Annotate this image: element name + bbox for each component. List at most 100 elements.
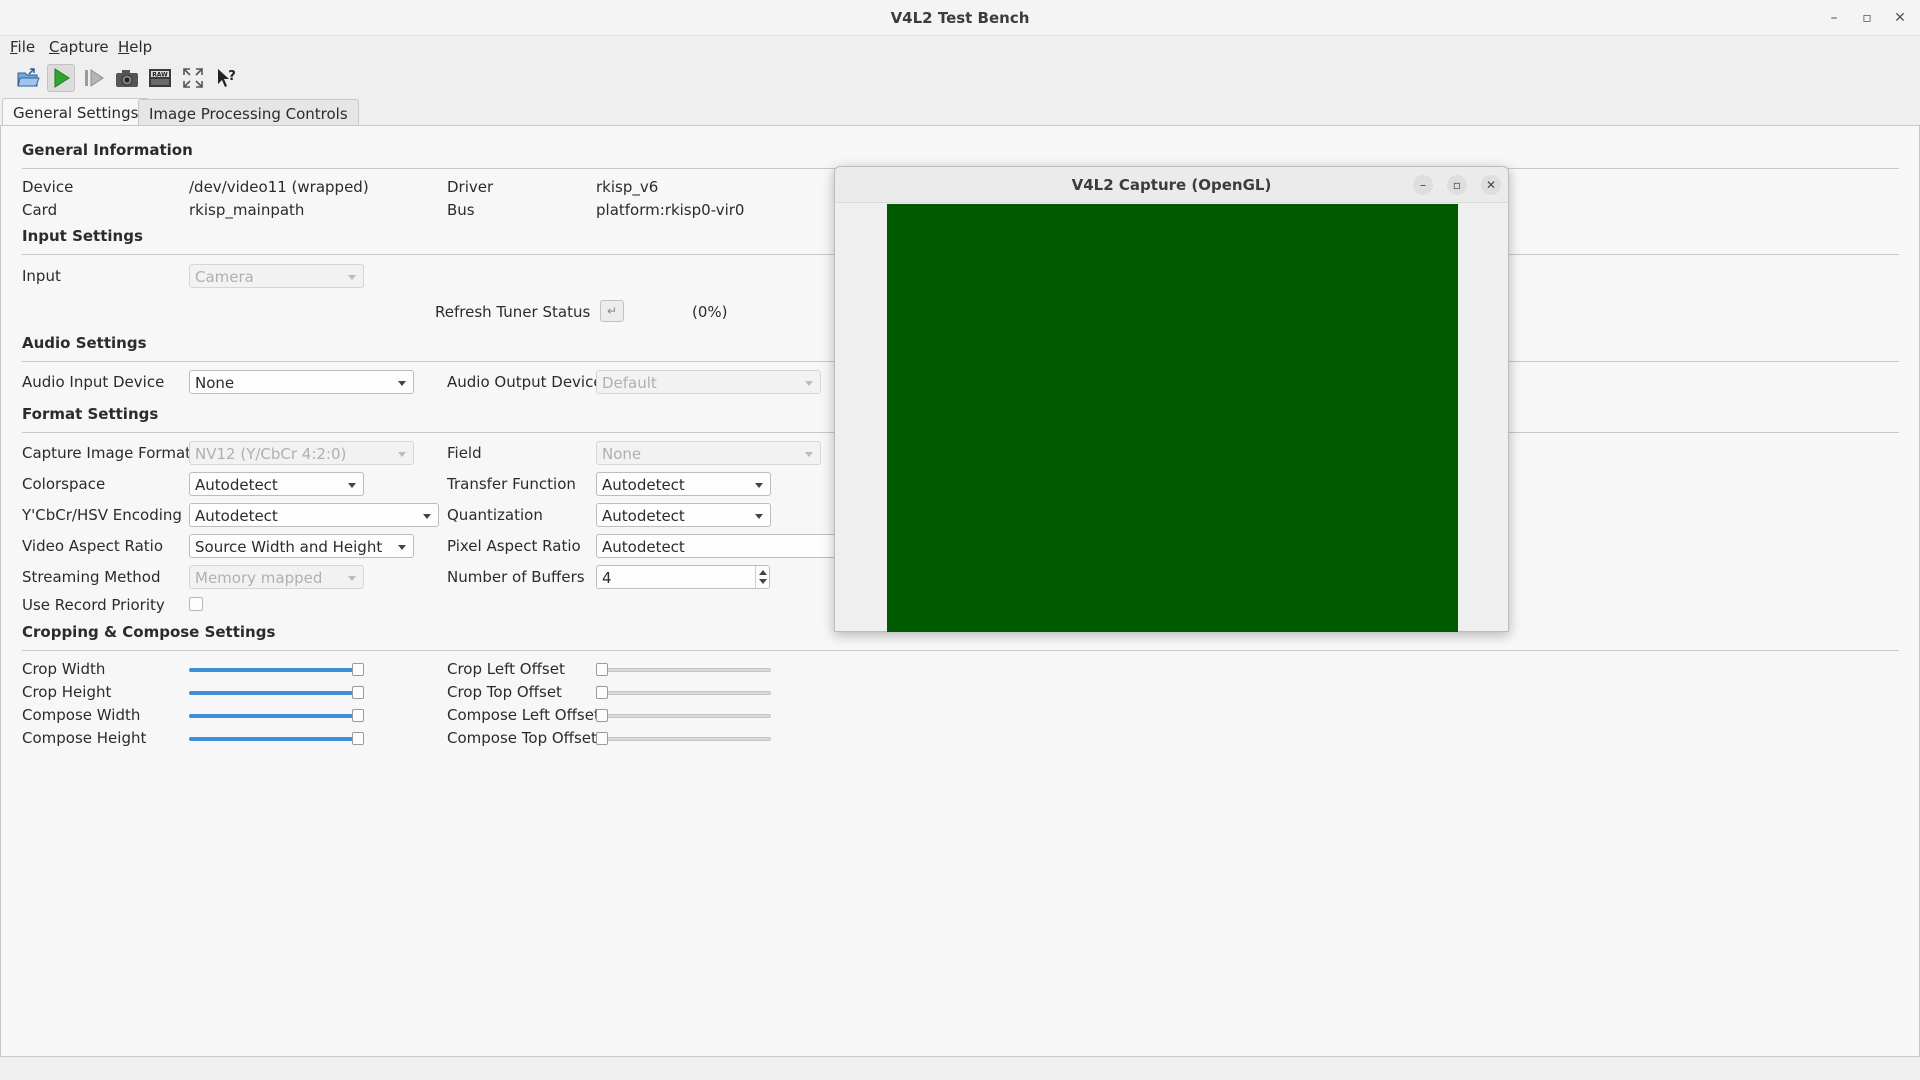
capture-window[interactable]: V4L2 Capture (OpenGL) – ▫ ✕ xyxy=(834,166,1509,632)
crop-height-slider[interactable] xyxy=(189,685,364,699)
driver-value: rkisp_v6 xyxy=(596,178,659,196)
streaming-method-select[interactable]: Memory mapped I/O xyxy=(189,565,364,589)
slider-handle[interactable] xyxy=(352,709,364,722)
refresh-tuner-button[interactable]: ↵ xyxy=(600,300,624,322)
quantization-select[interactable]: Autodetect xyxy=(596,503,771,527)
field-label: Field xyxy=(447,444,482,462)
toolbar: RAW ? xyxy=(0,62,1920,94)
transfer-function-select[interactable]: Autodetect xyxy=(596,472,771,496)
section-input-settings: Input Settings xyxy=(22,227,143,245)
raw-icon[interactable]: RAW xyxy=(146,64,174,92)
window-titlebar[interactable]: V4L2 Test Bench – ▫ ✕ xyxy=(0,0,1920,36)
pixel-aspect-select[interactable]: Autodetect xyxy=(596,534,836,558)
crop-left-offset-label: Crop Left Offset xyxy=(447,660,565,678)
compose-width-slider[interactable] xyxy=(189,708,364,722)
close-icon[interactable]: ✕ xyxy=(1890,8,1910,28)
slider-handle[interactable] xyxy=(596,686,608,699)
audio-input-select[interactable]: None xyxy=(189,370,414,394)
snapshot-icon[interactable] xyxy=(113,64,141,92)
minimize-icon[interactable]: – xyxy=(1824,8,1844,28)
compose-left-offset-slider[interactable] xyxy=(596,708,771,722)
record-priority-checkbox[interactable] xyxy=(189,597,203,611)
tab-image-processing-controls[interactable]: Image Processing Controls xyxy=(138,99,359,126)
spin-down-icon[interactable] xyxy=(759,579,767,584)
slider-handle[interactable] xyxy=(352,686,364,699)
menu-bar: File Capture Help xyxy=(0,36,1920,60)
card-value: rkisp_mainpath xyxy=(189,201,305,219)
compose-top-offset-label: Compose Top Offset xyxy=(447,729,597,747)
quantization-label: Quantization xyxy=(447,506,543,524)
encoding-label: Y'CbCr/HSV Encoding xyxy=(22,506,182,524)
crop-width-label: Crop Width xyxy=(22,660,106,678)
crop-top-offset-slider[interactable] xyxy=(596,685,771,699)
whats-this-icon[interactable]: ? xyxy=(212,64,240,92)
crop-height-label: Crop Height xyxy=(22,683,112,701)
number-of-buffers-spinbox[interactable]: 4 xyxy=(596,565,770,589)
section-format-settings: Format Settings xyxy=(22,405,159,423)
video-aspect-select[interactable]: Source Width and Height xyxy=(189,534,414,558)
chevron-down-icon xyxy=(348,576,356,581)
menu-file[interactable]: File xyxy=(10,38,35,56)
input-label: Input xyxy=(22,267,61,285)
svg-text:RAW: RAW xyxy=(152,72,168,79)
chevron-down-icon xyxy=(755,483,763,488)
close-icon[interactable]: ✕ xyxy=(1481,175,1501,195)
menu-help[interactable]: Help xyxy=(118,38,152,56)
input-select[interactable]: Camera xyxy=(189,264,364,288)
compose-height-label: Compose Height xyxy=(22,729,147,747)
slider-handle[interactable] xyxy=(352,732,364,745)
maximize-icon[interactable]: ▫ xyxy=(1447,175,1467,195)
divider xyxy=(22,650,1899,651)
compose-height-slider[interactable] xyxy=(189,731,364,745)
crop-width-slider[interactable] xyxy=(189,662,364,676)
chevron-down-icon xyxy=(398,452,406,457)
video-display xyxy=(887,204,1458,632)
status-bar xyxy=(0,1057,1920,1080)
spin-buttons[interactable] xyxy=(755,566,769,588)
audio-output-select[interactable]: Default xyxy=(596,370,821,394)
refresh-tuner-label: Refresh Tuner Status xyxy=(435,303,591,321)
maximize-icon[interactable]: ▫ xyxy=(1857,8,1877,28)
chevron-down-icon xyxy=(398,381,406,386)
colorspace-select[interactable]: Autodetect xyxy=(189,472,364,496)
section-cropping-compose: Cropping & Compose Settings xyxy=(22,623,276,641)
device-label: Device xyxy=(22,178,74,196)
start-capture-icon[interactable] xyxy=(47,64,75,92)
open-icon[interactable] xyxy=(14,64,42,92)
crop-top-offset-label: Crop Top Offset xyxy=(447,683,562,701)
minimize-icon[interactable]: – xyxy=(1413,175,1433,195)
colorspace-label: Colorspace xyxy=(22,475,106,493)
slider-handle[interactable] xyxy=(352,663,364,676)
crop-left-offset-slider[interactable] xyxy=(596,662,771,676)
card-label: Card xyxy=(22,201,58,219)
driver-label: Driver xyxy=(447,178,494,196)
chevron-down-icon xyxy=(805,452,813,457)
number-of-buffers-label: Number of Buffers xyxy=(447,568,585,586)
audio-output-label: Audio Output Device xyxy=(447,373,603,391)
bus-value: platform:rkisp0-vir0 xyxy=(596,201,745,219)
svg-text:?: ? xyxy=(228,69,236,84)
step-icon[interactable] xyxy=(80,64,108,92)
slider-handle[interactable] xyxy=(596,709,608,722)
window-title: V4L2 Test Bench xyxy=(890,9,1030,27)
slider-handle[interactable] xyxy=(596,663,608,676)
spin-up-icon[interactable] xyxy=(759,570,767,575)
slider-handle[interactable] xyxy=(596,732,608,745)
capture-window-titlebar[interactable]: V4L2 Capture (OpenGL) – ▫ ✕ xyxy=(835,167,1508,203)
chevron-down-icon xyxy=(805,381,813,386)
video-aspect-label: Video Aspect Ratio xyxy=(22,537,164,555)
chevron-down-icon xyxy=(755,514,763,519)
tab-general-settings[interactable]: General Settings xyxy=(2,98,150,127)
fullscreen-icon[interactable] xyxy=(179,64,207,92)
compose-width-label: Compose Width xyxy=(22,706,141,724)
menu-capture[interactable]: Capture xyxy=(49,38,109,56)
compose-top-offset-slider[interactable] xyxy=(596,731,771,745)
chevron-down-icon xyxy=(348,275,356,280)
section-general-information: General Information xyxy=(22,141,193,159)
transfer-function-label: Transfer Function xyxy=(447,475,576,493)
audio-input-label: Audio Input Device xyxy=(22,373,165,391)
encoding-select[interactable]: Autodetect xyxy=(189,503,439,527)
bus-label: Bus xyxy=(447,201,475,219)
field-select[interactable]: None xyxy=(596,441,821,465)
capture-formats-select[interactable]: NV12 (Y/CbCr 4:2:0) xyxy=(189,441,414,465)
